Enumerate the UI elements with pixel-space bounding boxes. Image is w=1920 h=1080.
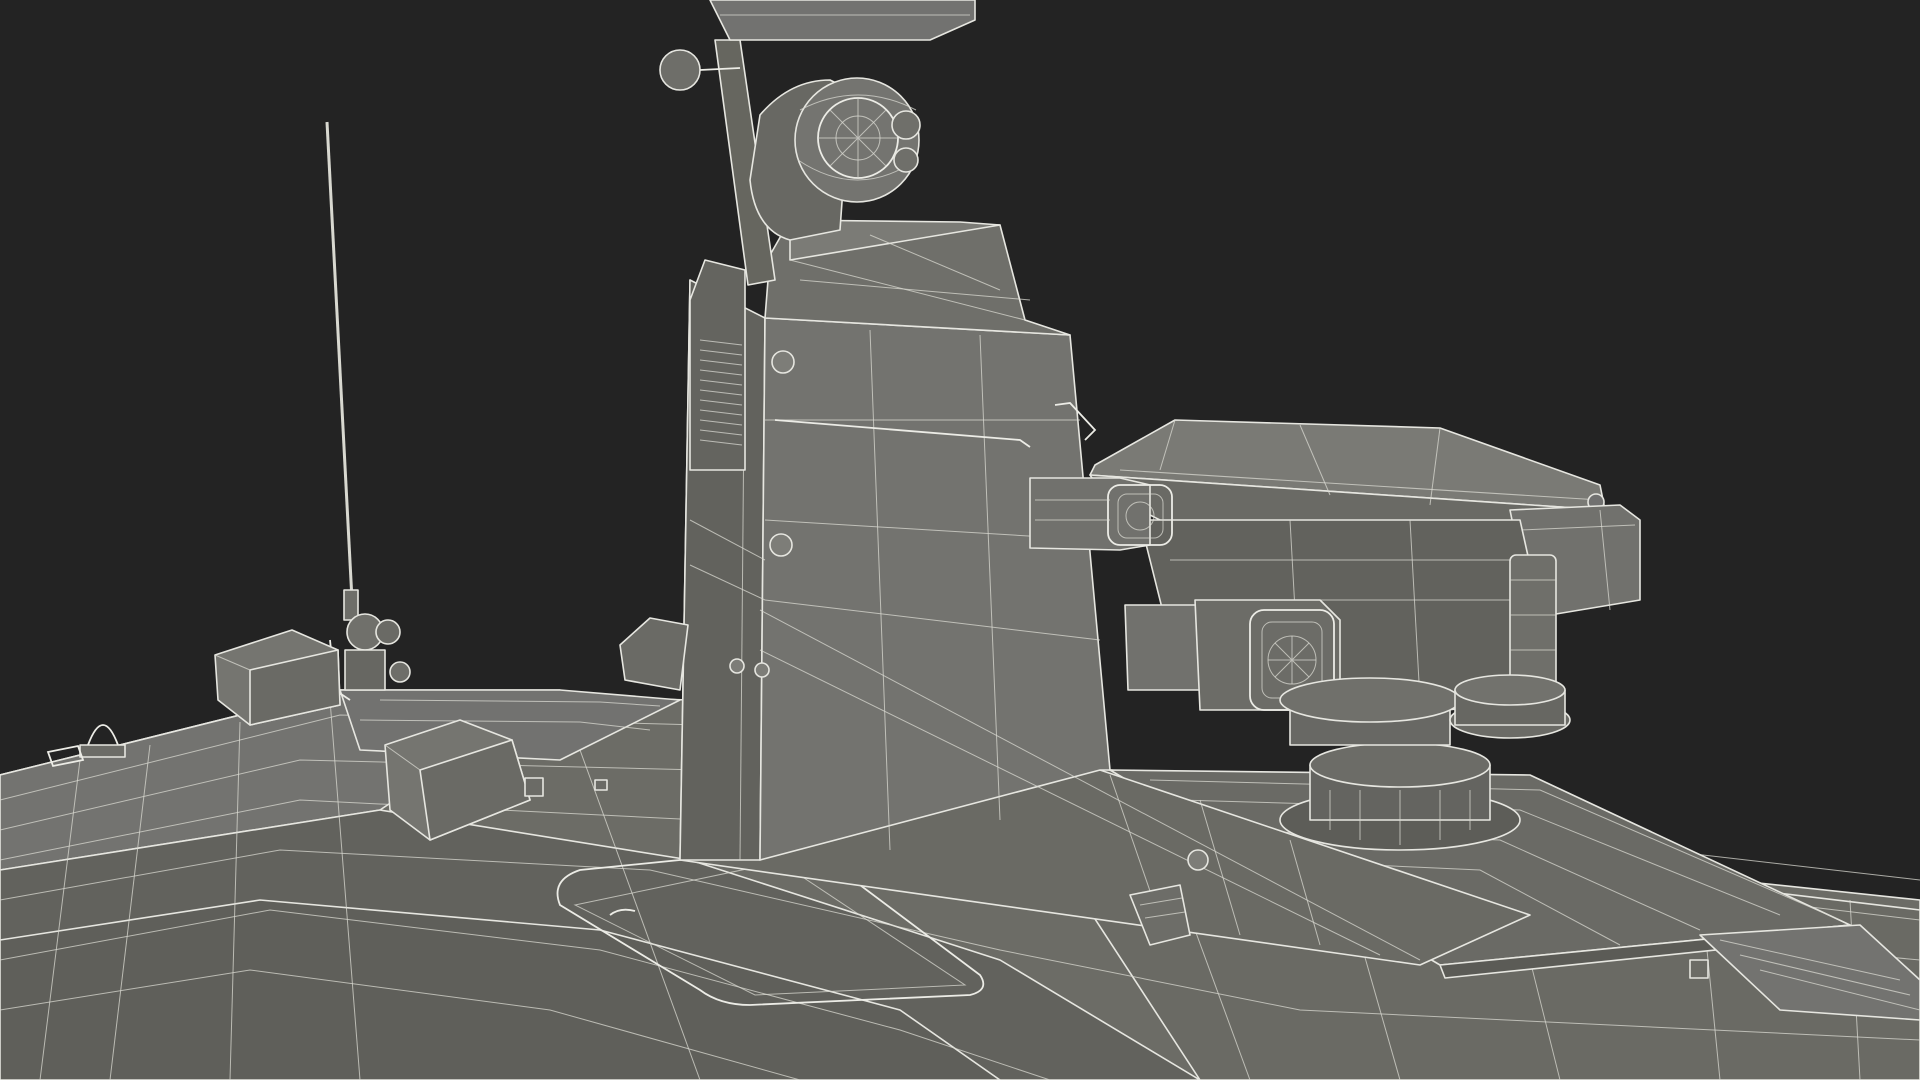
bolt-icon	[771, 350, 795, 374]
bolt-icon	[1187, 849, 1209, 871]
bolt-icon	[769, 533, 793, 557]
bolt-icon	[754, 662, 770, 678]
bolt-icon	[729, 658, 745, 674]
wireframe-scene	[0, 0, 1920, 1080]
